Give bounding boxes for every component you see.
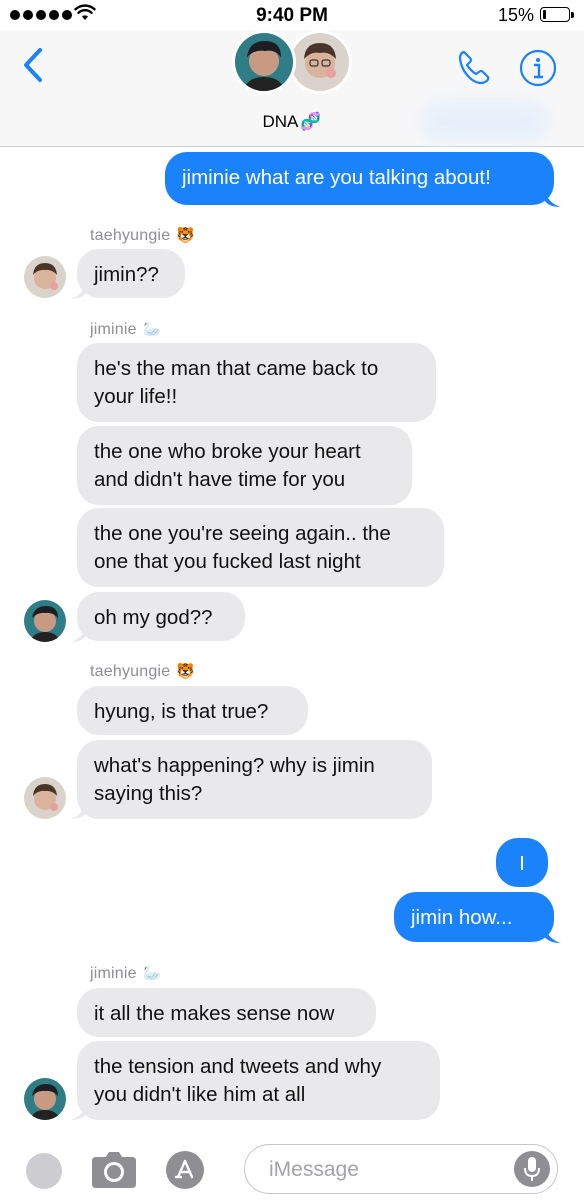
avatar xyxy=(288,30,352,94)
bubble-tail xyxy=(70,1102,86,1120)
status-time: 9:40 PM xyxy=(256,5,328,26)
message-bubble-incoming[interactable]: oh my god?? xyxy=(77,592,245,641)
chevron-left-icon[interactable] xyxy=(18,45,48,85)
message-bubble-incoming[interactable]: hyung, is that true? xyxy=(77,686,308,735)
swan-icon: 🦢 xyxy=(142,321,162,338)
info-icon[interactable] xyxy=(518,48,558,88)
message-bubble-outgoing[interactable]: I xyxy=(496,838,548,887)
group-name[interactable]: DNA 🧬 xyxy=(0,112,584,132)
avatar[interactable] xyxy=(24,600,66,642)
tiger-icon: 🐯 xyxy=(176,227,196,244)
sender-label: taehyungie 🐯 xyxy=(90,663,196,680)
dna-icon: 🧬 xyxy=(300,112,322,131)
message-bubble-incoming[interactable]: what's happening? why is jimin saying th… xyxy=(77,740,432,819)
message-bubble-incoming[interactable]: he's the man that came back to your life… xyxy=(77,343,436,422)
avatar[interactable] xyxy=(24,777,66,819)
status-bar: 9:40 PM 15% xyxy=(0,0,584,30)
battery-icon xyxy=(540,7,574,22)
tiger-icon: 🐯 xyxy=(176,663,196,680)
phone-icon[interactable] xyxy=(455,48,493,86)
bubble-tail xyxy=(70,281,86,299)
sender-label: taehyungie 🐯 xyxy=(90,227,196,244)
bubble-tail xyxy=(545,189,561,207)
group-avatars[interactable] xyxy=(232,30,352,94)
message-bubble-incoming[interactable]: jimin?? xyxy=(77,249,185,298)
bubble-tail xyxy=(70,624,86,642)
message-input-field[interactable] xyxy=(244,1144,558,1194)
compose-bar xyxy=(0,1140,584,1200)
avatar[interactable] xyxy=(24,256,66,298)
microphone-icon[interactable] xyxy=(514,1151,550,1187)
bubble-tail xyxy=(545,925,561,943)
swan-icon: 🦢 xyxy=(142,965,162,982)
avatar[interactable] xyxy=(24,1078,66,1120)
sender-label: jiminie 🦢 xyxy=(90,965,162,982)
camera-icon[interactable] xyxy=(91,1151,137,1189)
message-bubble-incoming[interactable]: the one you're seeing again.. the one th… xyxy=(77,508,444,587)
effects-button[interactable] xyxy=(26,1153,62,1189)
sender-label: jiminie 🦢 xyxy=(90,321,162,338)
message-bubble-incoming[interactable]: the tension and tweets and why you didn'… xyxy=(77,1041,440,1120)
message-bubble-outgoing[interactable]: jiminie what are you talking about! xyxy=(165,152,554,205)
battery-percentage: 15% xyxy=(497,5,534,25)
message-bubble-incoming[interactable]: the one who broke your heart and didn't … xyxy=(77,426,412,505)
conversation-header: DNA 🧬 xyxy=(0,30,584,147)
avatar xyxy=(232,30,296,94)
message-input[interactable] xyxy=(267,1155,511,1185)
message-bubble-incoming[interactable]: it all the makes sense now xyxy=(77,988,376,1037)
message-bubble-outgoing[interactable]: jimin how... xyxy=(394,892,554,942)
bubble-tail xyxy=(70,801,86,819)
app-store-icon[interactable] xyxy=(166,1151,204,1189)
